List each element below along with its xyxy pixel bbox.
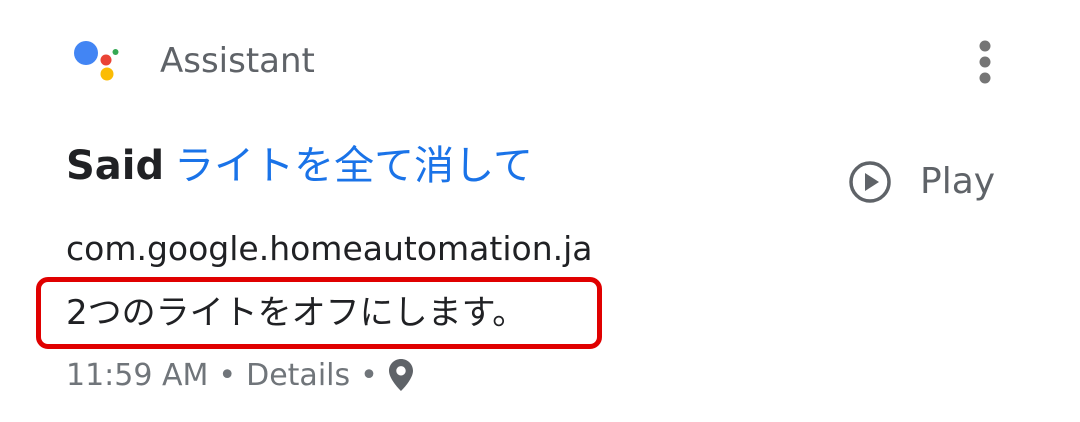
app-name: Assistant <box>160 41 315 81</box>
assistant-logo-icon <box>72 40 122 84</box>
activity-meta: 11:59 AM • Details • <box>66 352 414 398</box>
separator-dot: • <box>360 357 378 393</box>
said-line: Said ライトを全て消して <box>66 138 533 194</box>
details-link[interactable]: Details <box>246 358 350 393</box>
said-prefix: Said <box>66 143 165 189</box>
play-label: Play <box>920 161 996 202</box>
activity-time: 11:59 AM <box>66 357 209 393</box>
separator-dot: • <box>218 357 237 393</box>
more-vert-icon <box>979 40 991 84</box>
play-circle-icon <box>849 161 891 203</box>
assistant-response: 2つのライトをオフにします。 <box>66 293 527 333</box>
package-name: com.google.homeautomation.ja <box>66 229 593 268</box>
spoken-query: ライトを全て消して <box>174 143 533 189</box>
play-button[interactable]: Play <box>848 158 995 206</box>
more-options-button[interactable] <box>966 36 1004 90</box>
location-pin-icon[interactable] <box>388 358 414 392</box>
